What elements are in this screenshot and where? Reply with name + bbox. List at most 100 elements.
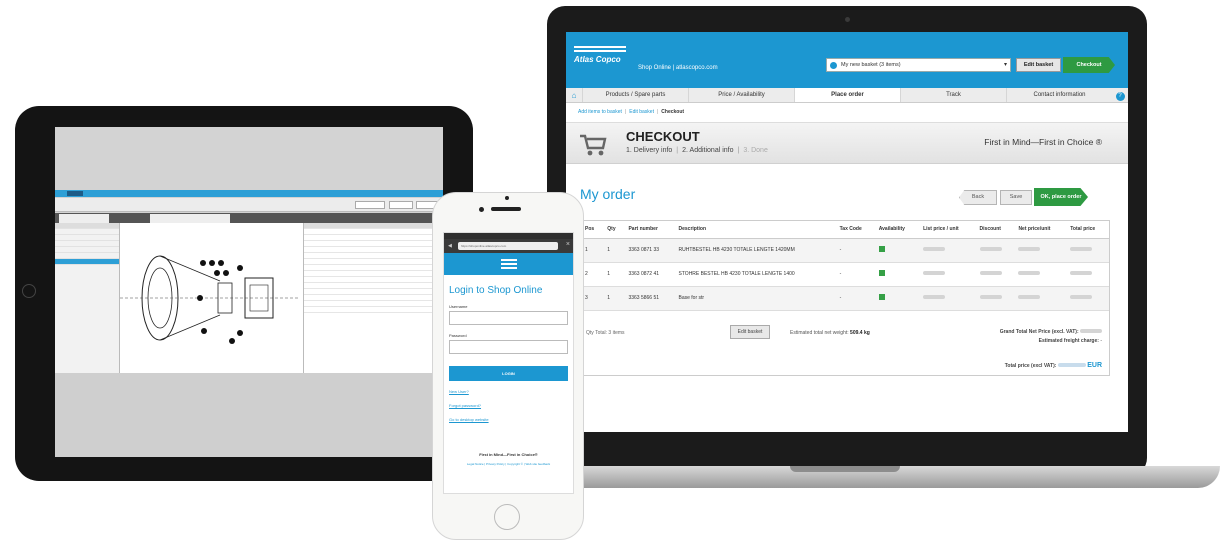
breadcrumb-checkout: Checkout	[661, 109, 685, 115]
password-label: Password	[449, 333, 467, 338]
tablet-toolbar	[55, 198, 443, 212]
password-input[interactable]	[449, 340, 568, 354]
phone-footer-links[interactable]: Legal Notice | Privacy Policy | Copyrigh…	[444, 462, 573, 467]
freight-label: Estimated freight charge:	[1038, 338, 1099, 344]
parts-diagram	[120, 255, 300, 344]
hamburger-menu-icon[interactable]	[501, 259, 517, 269]
table-row[interactable]: 1 1 3363 0871 33 RUHTBESTEL HB 4230 TOTA…	[581, 238, 1109, 263]
edit-basket-button[interactable]: Edit basket	[1016, 58, 1061, 72]
shop-online-label: Shop Online | atlascopco.com	[638, 65, 718, 71]
parts-list-panel	[303, 223, 443, 373]
checkout-button[interactable]: Checkout	[1063, 57, 1115, 73]
net-weight: Estimated total net weight: 509.4 kg	[790, 330, 870, 336]
tablet-tool-button[interactable]	[389, 201, 413, 209]
currency: EUR	[1087, 362, 1102, 369]
shopping-cart-icon	[580, 134, 607, 156]
cell-discount	[975, 238, 1015, 263]
help-icon[interactable]: ?	[1112, 88, 1128, 102]
blurred-value	[1057, 363, 1086, 367]
url-field[interactable]: https://shoponline.atlascopco.com	[458, 242, 558, 250]
breadcrumb-edit-basket[interactable]: Edit basket	[629, 109, 654, 115]
grand-total-label: Grand Total Net Price (excl. VAT):	[999, 329, 1079, 335]
total-price-label: Total price (excl VAT):	[1004, 363, 1057, 369]
cell-net-price	[1014, 286, 1067, 311]
atlas-copco-logo[interactable]: Atlas Copco	[574, 44, 626, 74]
order-summary: Qty Total: 3 items Edit basket Estimated…	[580, 322, 1110, 376]
cell-availability	[874, 262, 920, 287]
cell-list-price	[919, 262, 976, 287]
blurred-value	[979, 247, 1002, 251]
net-weight-value: 509.4 kg	[850, 330, 870, 336]
my-order-heading: My order	[580, 186, 636, 202]
shop-header: Atlas Copco Shop Online | atlascopco.com…	[566, 32, 1128, 88]
freight-value: -	[1100, 338, 1102, 344]
desktop-website-link[interactable]: Go to desktop website	[449, 417, 573, 422]
tablet-empty-area	[55, 373, 443, 457]
checkout-bar: CHECKOUT 1. Delivery info | 2. Additional …	[566, 122, 1128, 164]
browser-icon[interactable]: ◀	[448, 243, 452, 249]
blurred-value	[1018, 247, 1041, 251]
basket-select[interactable]: My new basket (3 items) ▾	[826, 58, 1011, 72]
username-input[interactable]	[449, 311, 568, 325]
blurred-value	[923, 295, 946, 299]
cell-tax-code: -	[835, 262, 875, 287]
cell-net-price	[1014, 262, 1067, 287]
phone-home-button[interactable]	[494, 504, 520, 530]
tree-item-selected[interactable]	[55, 259, 119, 265]
nav-tab-track[interactable]: Track	[900, 88, 1006, 102]
tablet-screen	[55, 127, 443, 457]
phone-camera	[479, 207, 484, 212]
net-weight-label: Estimated total net weight:	[790, 330, 849, 336]
cell-net-price	[1014, 238, 1067, 263]
step-delivery-info[interactable]: 1. Delivery info	[626, 147, 672, 154]
cell-qty: 1	[603, 286, 625, 311]
availability-indicator	[878, 270, 885, 276]
cell-availability	[874, 238, 920, 263]
tablet-tabs	[55, 213, 443, 223]
grand-total: Grand Total Net Price (excl. VAT): Estim…	[1000, 328, 1102, 346]
laptop-screen: Atlas Copco Shop Online | atlascopco.com…	[566, 32, 1128, 432]
save-button[interactable]: Save	[1000, 190, 1032, 205]
breadcrumb-add-items[interactable]: Add items to basket	[578, 109, 622, 115]
col-part-number: Part number	[624, 221, 675, 239]
nav-tab-price[interactable]: Price / Availability	[688, 88, 794, 102]
col-description: Description	[674, 221, 836, 239]
close-icon[interactable]: ×	[566, 241, 570, 248]
table-header-row: Pos Qty Part number Description Tax Code…	[581, 221, 1109, 239]
back-button[interactable]: Back	[959, 190, 997, 205]
nav-tab-products[interactable]: Products / Spare parts	[582, 88, 688, 102]
main-nav: ⌂ Products / Spare parts Price / Availab…	[566, 88, 1128, 103]
phone-sensor	[505, 196, 509, 200]
blurred-value	[1070, 247, 1093, 251]
laptop-camera	[845, 17, 850, 22]
exploded-parts-drawing[interactable]	[120, 223, 303, 373]
col-net-price: Net price/unit	[1014, 221, 1067, 239]
col-availability: Availability	[874, 221, 920, 239]
slogan: First in Mind—First in Choice ®	[984, 137, 1102, 147]
tablet-header	[55, 190, 443, 197]
tablet-tab[interactable]	[59, 214, 109, 223]
step-additional-info[interactable]: 2. Additional info	[682, 147, 733, 154]
table-row[interactable]: 2 1 3363 0872 41 STOHRE BESTEL HB 4230 T…	[581, 262, 1109, 287]
home-icon[interactable]: ⌂	[566, 88, 582, 102]
place-order-button[interactable]: OK, place order	[1034, 188, 1088, 206]
col-pos: Pos	[581, 221, 604, 239]
blurred-value	[1018, 295, 1041, 299]
parts-list-row[interactable]	[304, 307, 443, 313]
nav-tab-contact[interactable]: Contact information	[1006, 88, 1112, 102]
cell-availability	[874, 286, 920, 311]
step-done: 3. Done	[743, 147, 768, 154]
cell-qty: 1	[603, 238, 625, 263]
tablet-tab[interactable]	[150, 214, 230, 223]
tablet-home-button[interactable]	[22, 284, 36, 298]
login-button[interactable]: LOGIN	[449, 366, 568, 381]
cell-tax-code: -	[835, 286, 875, 311]
col-total-price: Total price	[1066, 221, 1109, 239]
forgot-password-link[interactable]: Forgot password?	[449, 403, 573, 408]
new-user-link[interactable]: New User?	[449, 389, 573, 394]
cell-description: STOHRE BESTEL HB 4230 TOTALE LENGTE 1400	[674, 262, 836, 287]
tablet-tool-button[interactable]	[355, 201, 385, 209]
table-row[interactable]: 3 1 3363 5866 51 Base for str -	[581, 286, 1109, 311]
edit-basket-summary-button[interactable]: Edit basket	[730, 325, 770, 339]
nav-tab-place-order[interactable]: Place order	[794, 88, 900, 102]
